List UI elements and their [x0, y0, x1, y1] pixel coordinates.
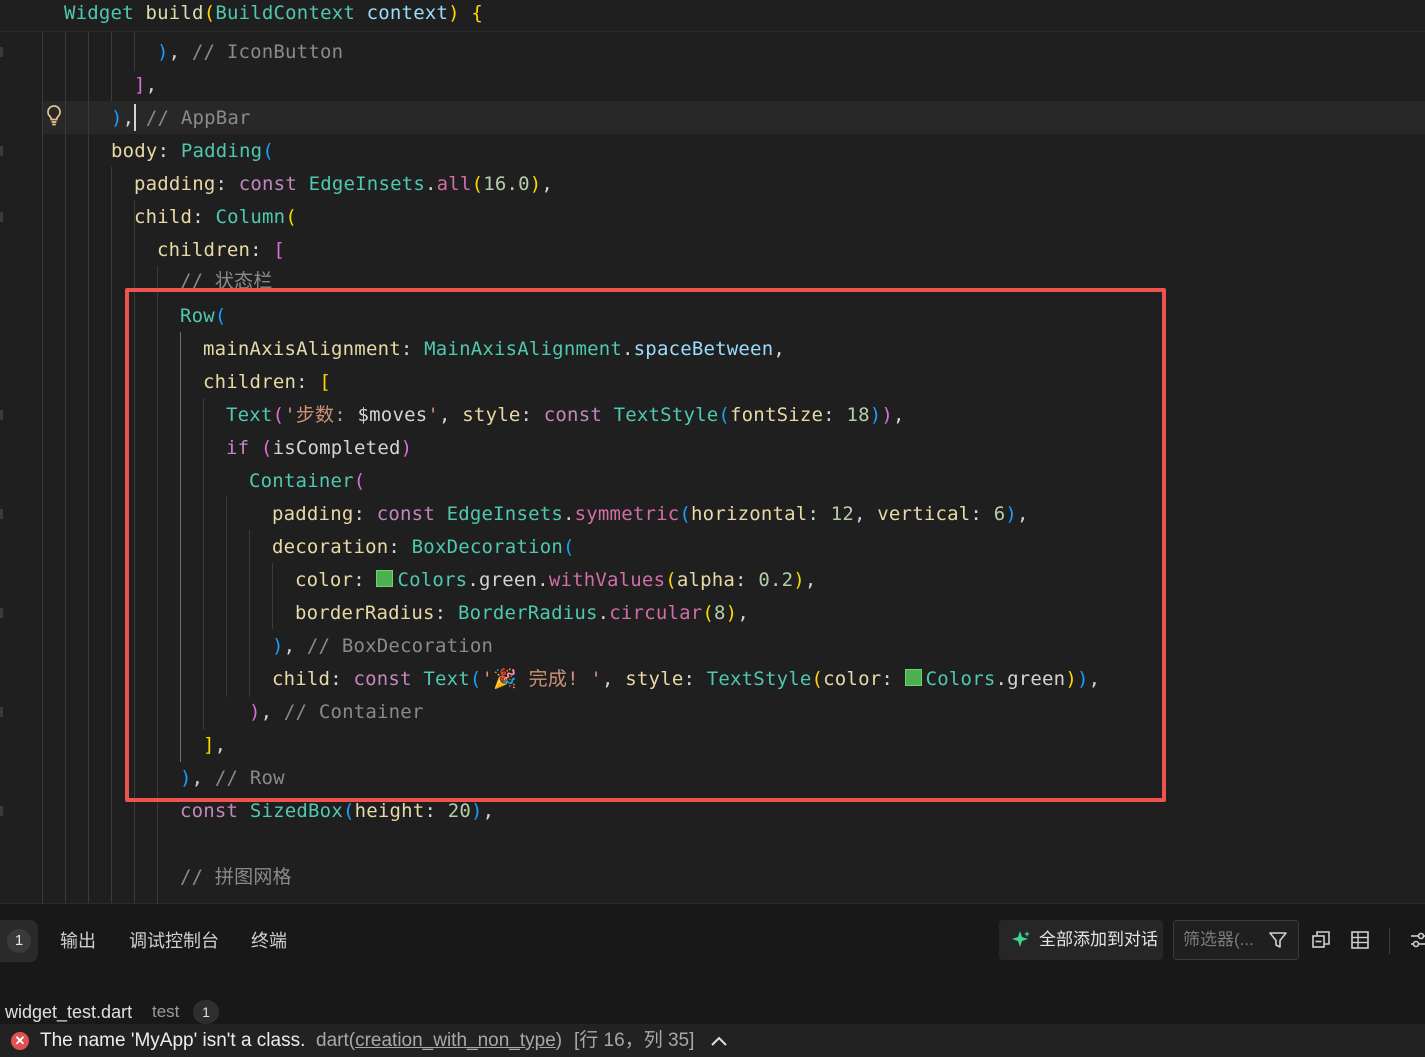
code-comment: // BoxDecoration [306, 635, 494, 657]
code-line[interactable]: child: Column( [0, 201, 297, 234]
code-comment: // 拼图网格 [180, 866, 292, 888]
indent-guide [249, 530, 250, 697]
error-icon: ✕ [11, 1032, 29, 1050]
code-line[interactable]: Row( [0, 300, 226, 333]
code-line[interactable]: body: Padding( [0, 135, 274, 168]
tab-terminal[interactable]: 终端 [251, 920, 287, 962]
filter-placeholder: 筛选器(... [1183, 930, 1254, 949]
code-line[interactable]: padding: const EdgeInsets.all(16.0), [0, 168, 553, 201]
problem-message: The name 'MyApp' isn't a class. [40, 1030, 306, 1051]
code-comment: // Row [214, 767, 285, 789]
filter-input[interactable]: 筛选器(... [1173, 920, 1299, 960]
add-all-label: 全部添加到对话 [1039, 930, 1158, 949]
sticky-param-name: context [366, 2, 449, 24]
code-line[interactable]: ), // Row [0, 762, 285, 795]
code-line[interactable]: // 状态栏 [0, 265, 272, 298]
indent-guide [88, 31, 89, 903]
sticky-return-type: Widget [64, 2, 134, 24]
problem-file-row[interactable]: widget_test.dart test 1 [0, 998, 600, 1026]
indent-guide [134, 31, 135, 71]
indent-guide [203, 398, 204, 730]
tab-output[interactable]: 输出 [60, 920, 96, 962]
chevron-up-icon[interactable] [709, 1032, 729, 1050]
lightbulb-icon[interactable] [44, 103, 64, 127]
code-line[interactable]: // 拼图网格 [0, 861, 292, 894]
indent-guide [272, 563, 273, 629]
bottom-panel: 1 输出 调试控制台 终端 全部添加到对话 筛选器(... widget_tes… [0, 903, 1425, 1057]
code-line[interactable]: ), // BoxDecoration [0, 630, 493, 663]
code-comment: // IconButton [191, 41, 344, 63]
code-line[interactable]: children: [ [0, 234, 285, 267]
code-line[interactable]: padding: const EdgeInsets.symmetric(hori… [0, 498, 1028, 531]
problem-code-link[interactable]: creation_with_non_type [355, 1030, 556, 1051]
code-line[interactable]: child: const Text('🎉 完成! ', style: TextS… [0, 663, 1100, 696]
color-swatch[interactable] [904, 669, 922, 686]
code-line[interactable]: mainAxisAlignment: MainAxisAlignment.spa… [0, 333, 785, 366]
problem-position: [行 16，列 35] [574, 1030, 695, 1051]
problems-count-badge: 1 [7, 929, 31, 953]
code-line[interactable]: Text('步数: $moves', style: const TextStyl… [0, 399, 904, 432]
problem-file-name: widget_test.dart [5, 1002, 133, 1022]
toolbar-divider [1389, 928, 1390, 954]
filter-icon[interactable] [1269, 931, 1287, 949]
code-comment: // Container [283, 701, 424, 723]
code-line[interactable]: const SizedBox(height: 20), [0, 795, 494, 828]
tab-debug-console[interactable]: 调试控制台 [129, 920, 219, 962]
settings-sliders-icon[interactable] [1409, 930, 1425, 950]
collapse-all-icon[interactable] [1311, 930, 1331, 950]
problem-file-count-badge: 1 [193, 1000, 219, 1024]
indent-guide [226, 497, 227, 697]
problem-file-dir: test [152, 1002, 180, 1021]
code-line[interactable]: decoration: BoxDecoration( [0, 531, 574, 564]
indent-guide [157, 266, 158, 903]
code-line-current[interactable]: ), // AppBar [0, 102, 250, 135]
code-editor[interactable]: Widget build(BuildContext context) { ), … [0, 0, 1425, 903]
color-swatch[interactable] [376, 570, 394, 587]
table-view-icon[interactable] [1350, 930, 1370, 950]
indent-guide [111, 31, 112, 101]
code-line[interactable]: Container( [0, 465, 365, 498]
sticky-method-name: build [145, 2, 204, 24]
code-line[interactable]: borderRadius: BorderRadius.circular(8), [0, 597, 749, 630]
tab-problems[interactable]: 1 [0, 920, 38, 962]
sparkle-icon [1012, 931, 1030, 947]
code-line[interactable]: if (isCompleted) [0, 432, 412, 465]
indent-guide [65, 31, 66, 903]
code-comment: // 状态栏 [180, 270, 273, 292]
panel-tab-bar: 1 输出 调试控制台 终端 全部添加到对话 筛选器(... [0, 920, 1425, 962]
code-line[interactable]: ), // Container [0, 696, 423, 729]
code-comment: // AppBar [145, 107, 251, 129]
indent-guide [42, 31, 43, 903]
problem-item[interactable]: ✕ The name 'MyApp' isn't a class. dart(c… [0, 1024, 1425, 1057]
text-cursor [134, 104, 136, 131]
sticky-scroll-header[interactable]: Widget build(BuildContext context) { [0, 0, 1425, 32]
indent-guide-active [180, 332, 181, 762]
add-all-to-chat-button[interactable]: 全部添加到对话 [999, 920, 1163, 960]
code-line[interactable]: color: Colors.green.withValues(alpha: 0.… [0, 564, 816, 597]
sticky-param-type: BuildContext [215, 2, 355, 24]
code-line[interactable]: ], [0, 729, 226, 762]
problem-source: dart(creation_with_non_type) [316, 1030, 563, 1051]
code-line[interactable]: children: [ [0, 366, 331, 399]
indent-guide [134, 200, 135, 903]
indent-guide [111, 167, 112, 903]
